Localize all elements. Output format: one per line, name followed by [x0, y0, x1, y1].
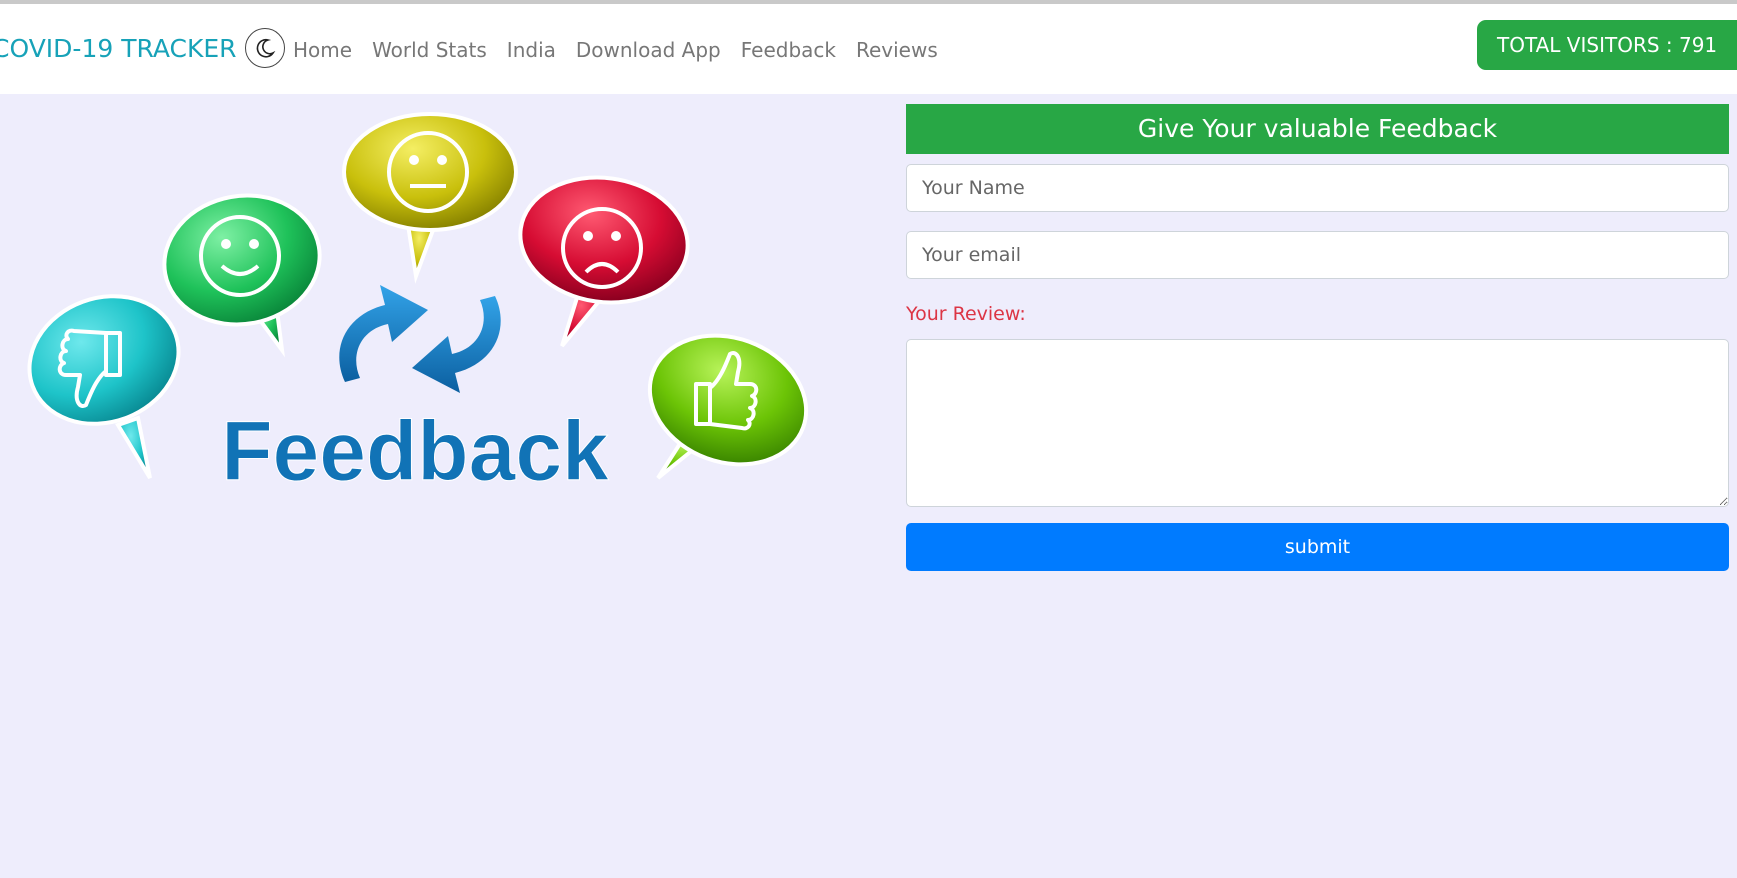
feedback-form-panel: Give Your valuable Feedback Your Review:…	[906, 104, 1729, 571]
moon-icon	[256, 38, 276, 58]
nav-link-download-app[interactable]: Download App	[576, 38, 721, 62]
review-textarea[interactable]	[906, 339, 1729, 507]
visitor-counter-badge: TOTAL VISITORS : 791	[1477, 20, 1737, 70]
thumbs-up-bubble	[647, 333, 809, 480]
thumbs-down-bubble	[27, 294, 181, 480]
nav-links: Home World Stats India Download App Feed…	[293, 38, 958, 62]
sad-face-bubble	[518, 175, 690, 348]
navbar: COVID-19 TRACKER Home World Stats India …	[0, 4, 1737, 94]
nav-link-feedback[interactable]: Feedback	[741, 38, 836, 62]
nav-link-india[interactable]: India	[507, 38, 556, 62]
neutral-face-bubble	[342, 112, 518, 284]
review-label: Your Review:	[906, 303, 1026, 325]
nav-link-reviews[interactable]: Reviews	[856, 38, 938, 62]
smile-bubble	[162, 193, 322, 358]
email-field[interactable]	[906, 231, 1729, 279]
theme-toggle-button[interactable]	[245, 28, 285, 68]
submit-button[interactable]: submit	[906, 523, 1729, 571]
nav-link-home[interactable]: Home	[293, 38, 352, 62]
refresh-arrows-icon	[339, 285, 501, 393]
brand-logo[interactable]: COVID-19 TRACKER	[0, 34, 237, 63]
name-field[interactable]	[906, 164, 1729, 212]
feedback-word: Feedback	[221, 404, 609, 498]
feedback-illustration: Feedback	[27, 112, 809, 499]
feedback-form-title: Give Your valuable Feedback	[906, 104, 1729, 154]
nav-link-world-stats[interactable]: World Stats	[372, 38, 487, 62]
